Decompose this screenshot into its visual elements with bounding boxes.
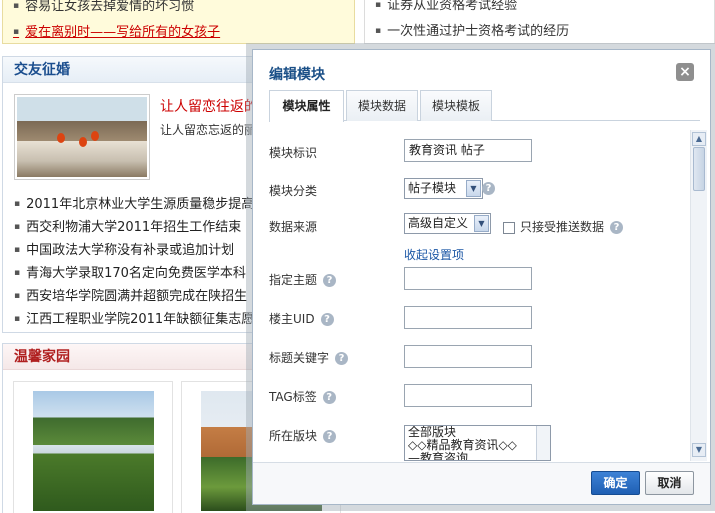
- close-icon[interactable]: ×: [676, 63, 694, 81]
- module-category-select[interactable]: 帖子模块 ▼: [404, 178, 483, 199]
- forum-option[interactable]: —教育咨询: [405, 452, 550, 461]
- module-category-label: 模块分类: [269, 184, 318, 198]
- feature-thumbnail[interactable]: [14, 94, 150, 180]
- data-source-value: 高级自定义: [408, 216, 469, 230]
- collapse-settings-link[interactable]: 收起设置项: [404, 246, 464, 263]
- feature-description: 让人留恋忘返的丽: [160, 123, 257, 137]
- dialog-scrollbar[interactable]: ▲ ▼: [690, 130, 707, 461]
- edit-module-dialog: 编辑模块 × 模块属性 模块数据 模块模板 模块标识 教育资讯 帖子 模块分类 …: [252, 49, 711, 505]
- topic-input[interactable]: [404, 267, 532, 290]
- article-link[interactable]: 爱在离别时——写给所有的女孩子: [13, 21, 220, 40]
- home-panel-title: 温馨家园: [3, 344, 253, 370]
- dialog-body: 模块标识 教育资讯 帖子 模块分类 帖子模块 ▼ ? 数据来源 高级自定义 ▼ …: [253, 122, 700, 462]
- owner-uid-input[interactable]: [404, 306, 532, 329]
- dialog-tabs: 模块属性 模块数据 模块模板: [269, 90, 700, 122]
- forum-listbox[interactable]: 全部版块 ◇◇精品教育资讯◇◇ —教育咨询: [404, 425, 551, 461]
- owner-uid-label-text: 楼主UID: [269, 312, 315, 326]
- news-item[interactable]: 2011年北京林业大学生源质量稳步提高: [14, 193, 254, 212]
- help-icon[interactable]: ?: [320, 313, 334, 326]
- dialog-footer: 确定 取消: [253, 462, 710, 504]
- news-item[interactable]: 西交利物浦大学2011年招生工作结束: [14, 216, 241, 235]
- push-only-checkbox-row[interactable]: 只接受推送数据?: [503, 218, 624, 235]
- help-icon[interactable]: ?: [322, 391, 336, 404]
- tab-module-properties[interactable]: 模块属性: [269, 90, 344, 122]
- module-id-label: 模块标识: [269, 146, 318, 160]
- module-id-input[interactable]: 教育资讯 帖子: [404, 139, 532, 162]
- module-category-value: 帖子模块: [408, 181, 457, 195]
- chevron-down-icon: ▼: [474, 215, 489, 232]
- arrow-down-icon[interactable]: ▼: [692, 443, 706, 457]
- confirm-button[interactable]: 确定: [591, 471, 640, 495]
- data-source-label: 数据来源: [269, 220, 318, 234]
- forum-label: 所在版块?: [269, 427, 337, 444]
- news-item[interactable]: 青海大学录取170名定向免费医学本科: [14, 262, 246, 281]
- help-icon[interactable]: ?: [610, 221, 624, 234]
- arrow-up-icon[interactable]: ▲: [692, 132, 706, 146]
- dialog-title: 编辑模块: [269, 67, 325, 83]
- help-icon[interactable]: ?: [482, 182, 495, 195]
- tag-label-text: TAG标签: [269, 390, 317, 404]
- push-only-label: 只接受推送数据: [520, 220, 605, 234]
- push-only-checkbox[interactable]: [503, 221, 515, 234]
- help-icon[interactable]: ?: [335, 352, 349, 365]
- tag-label: TAG标签?: [269, 388, 336, 405]
- listbox-scrollbar[interactable]: [536, 426, 550, 460]
- article-link[interactable]: 容易让女孩去掉爱情的坏习惯: [13, 0, 194, 14]
- chevron-down-icon: ▼: [466, 180, 481, 197]
- news-item[interactable]: 西安培华学院圆满并超额完成在陕招生: [14, 285, 247, 304]
- feature-title[interactable]: 让人留恋往返的: [160, 96, 258, 116]
- article-link[interactable]: 证券从业资格考试经验: [375, 0, 517, 13]
- tab-module-template[interactable]: 模块模板: [420, 90, 492, 121]
- forum-label-text: 所在版块: [269, 429, 318, 443]
- tab-module-data[interactable]: 模块数据: [346, 90, 418, 121]
- dam-photo: [33, 391, 154, 511]
- article-link[interactable]: 一次性通过护士资格考试的经历: [375, 20, 569, 39]
- friends-panel-title: 交友征婚: [3, 57, 253, 83]
- gallery-card[interactable]: [13, 381, 173, 513]
- top-right-article-box: 证券从业资格考试经验 一次性通过护士资格考试的经历: [364, 0, 715, 44]
- data-source-select[interactable]: 高级自定义 ▼: [404, 213, 491, 234]
- help-icon[interactable]: ?: [323, 274, 337, 287]
- scrollbar-thumb[interactable]: [693, 147, 705, 191]
- top-left-article-box: 容易让女孩去掉爱情的坏习惯 爱在离别时——写给所有的女孩子: [2, 0, 355, 44]
- town-photo: [17, 97, 147, 177]
- title-keyword-input[interactable]: [404, 345, 532, 368]
- news-item[interactable]: 江西工程职业学院2011年缺额征集志愿: [14, 308, 254, 327]
- title-keyword-label: 标题关键字?: [269, 349, 349, 366]
- owner-uid-label: 楼主UID?: [269, 310, 334, 327]
- news-item[interactable]: 中国政法大学称没有补录或追加计划: [14, 239, 234, 258]
- help-icon[interactable]: ?: [323, 430, 337, 443]
- cancel-button[interactable]: 取消: [645, 471, 694, 495]
- topic-label-text: 指定主题: [269, 273, 318, 287]
- topic-label: 指定主题?: [269, 271, 337, 288]
- title-keyword-label-text: 标题关键字: [269, 351, 330, 365]
- tag-input[interactable]: [404, 384, 532, 407]
